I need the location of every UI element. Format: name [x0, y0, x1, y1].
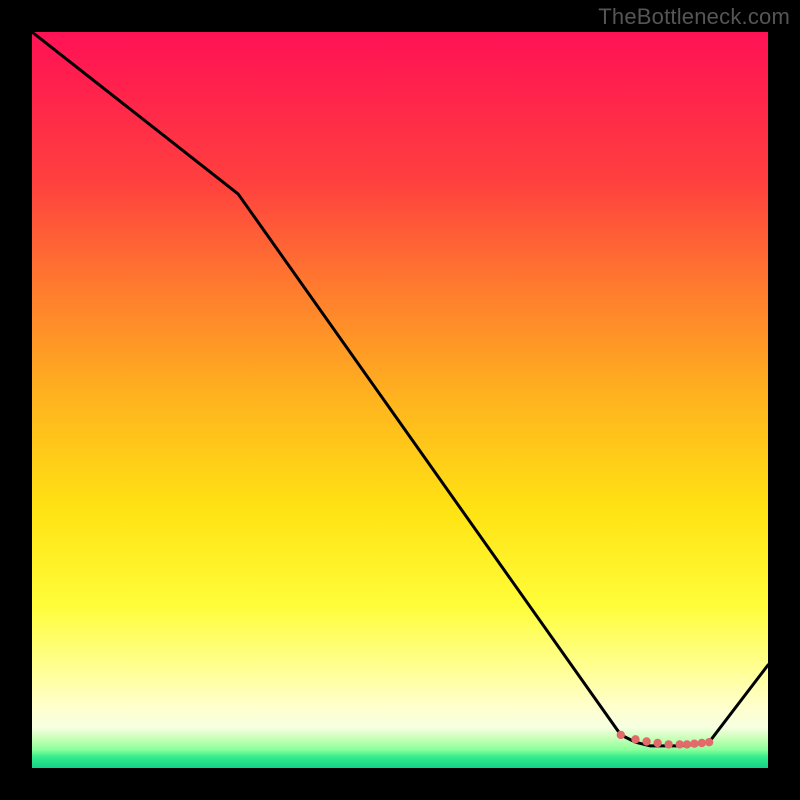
curve-marker: [676, 740, 684, 748]
curve-marker: [690, 740, 698, 748]
curve-marker: [642, 737, 650, 745]
curve-marker: [705, 738, 713, 746]
plot-area: [32, 32, 768, 768]
curve-marker: [683, 740, 691, 748]
curve-marker: [631, 735, 639, 743]
curve-path: [32, 32, 768, 746]
curve-marker: [698, 739, 706, 747]
chart-svg: [32, 32, 768, 768]
chart-container: TheBottleneck.com: [0, 0, 800, 800]
curve-marker: [653, 739, 661, 747]
curve-marker: [664, 740, 672, 748]
attribution-text: TheBottleneck.com: [598, 4, 790, 30]
curve-marker: [617, 731, 625, 739]
